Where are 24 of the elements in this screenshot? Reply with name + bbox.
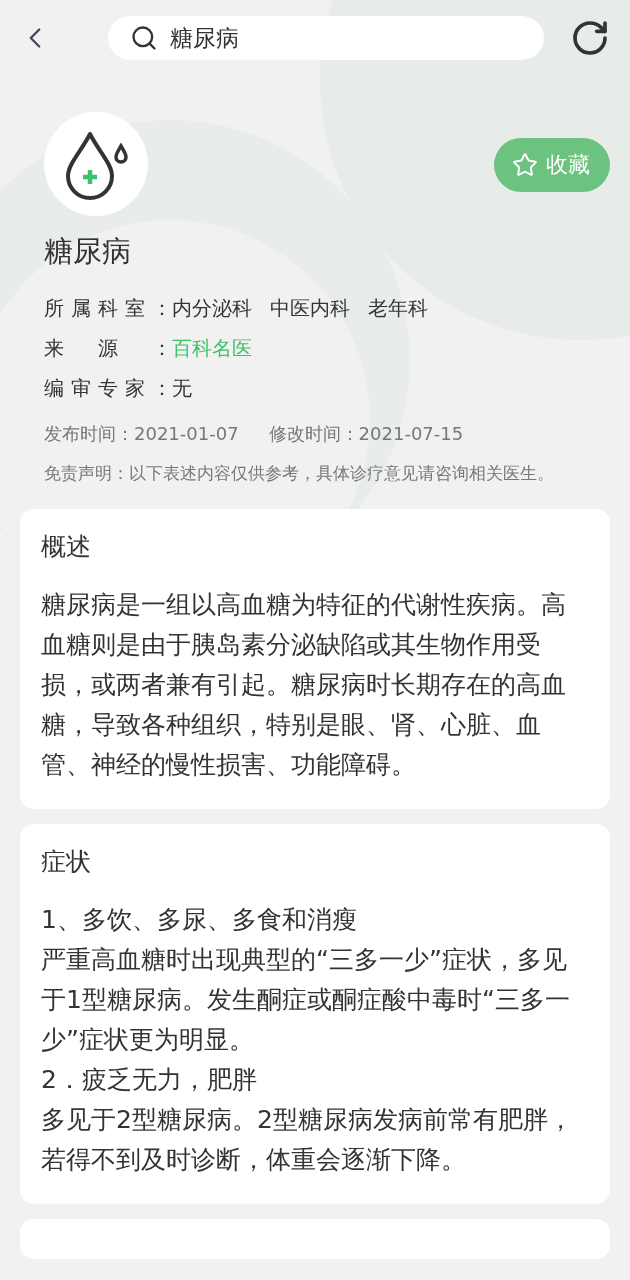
refresh-button[interactable] — [570, 18, 610, 58]
meta-value: 内分泌科 — [172, 295, 252, 322]
favorite-button[interactable]: 收藏 — [494, 138, 610, 192]
disclaimer-text: 免责声明：以下表述内容仅供参考，具体诊疗意见请咨询相关医生。 — [44, 462, 555, 485]
section-paragraph: 1、多饮、多尿、多食和消瘦 — [41, 904, 358, 936]
meta-value: 中医内科 — [270, 295, 350, 322]
meta-value: 无 — [172, 375, 192, 402]
section-paragraph: 糖尿病是一组以高血糖为特征的代谢性疾病。高血糖则是由于胰岛素分泌缺陷或其生物作用受损，或两者兼有引起。糖尿病时长期存在的高血糖，导致各种组织，特别是眼、肾、心脏、血管、神经的慢性损害、功能障碍。 — [41, 589, 567, 781]
source-link[interactable]: 百科名医 — [172, 334, 252, 363]
meta-value: 老年科 — [368, 295, 428, 322]
meta-label: 编审专家： — [44, 375, 172, 402]
section-paragraph: 2．疲乏无力，肥胖 — [41, 1064, 258, 1096]
search-field[interactable]: 糖尿病 — [108, 16, 544, 60]
search-icon — [130, 24, 158, 52]
section-title: 概述 — [41, 531, 92, 563]
disease-title: 糖尿病 — [43, 233, 132, 270]
date-text: 修改时间：2021-07-15 — [268, 422, 464, 446]
date-text: 发布时间：2021-01-07 — [44, 422, 239, 446]
section-paragraph: 多见于2型糖尿病。2型糖尿病发病前常有肥胖，若得不到及时诊断，体重会逐渐下降。 — [41, 1104, 574, 1176]
meta-label: 所属科室： — [44, 295, 172, 322]
section-title: 症状 — [41, 846, 92, 878]
star-icon — [512, 152, 538, 178]
meta-label: 来源： — [44, 335, 172, 362]
section-paragraph: 严重高血糖时出现典型的“三多一少”症状，多见于1型糖尿病。发生酮症或酮症酸中毒时“三多一少”症状更为明显。 — [41, 944, 571, 1056]
